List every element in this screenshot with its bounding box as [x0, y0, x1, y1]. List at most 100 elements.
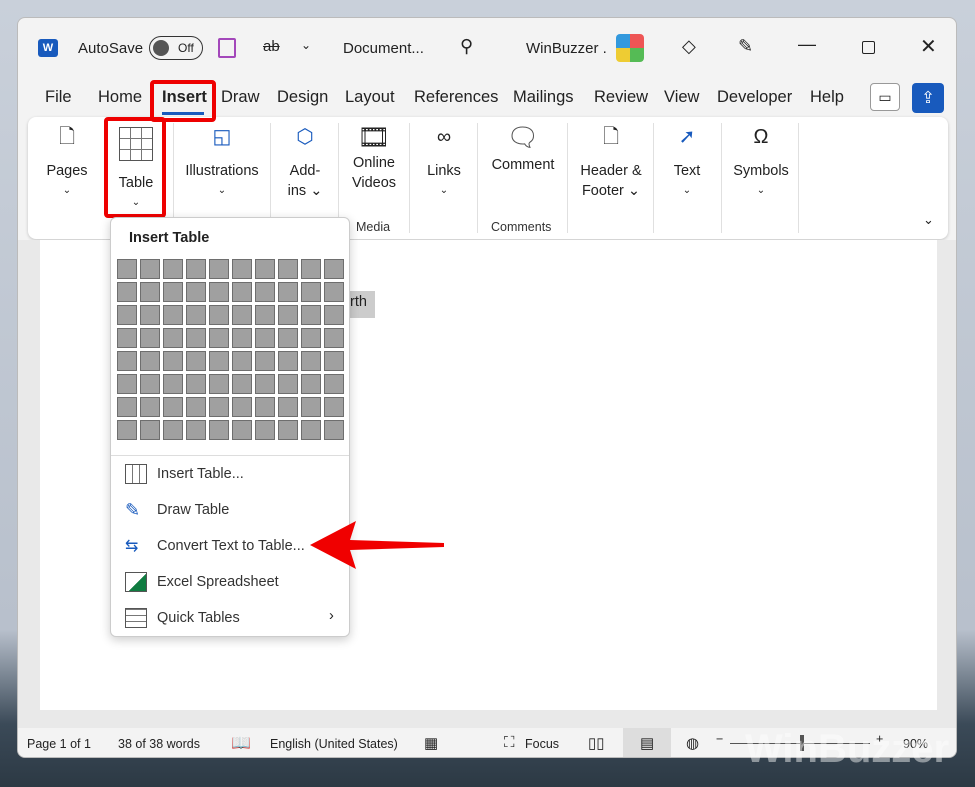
tab-draw[interactable]: Draw [221, 88, 260, 107]
grid-cell[interactable] [255, 374, 275, 394]
grid-cell[interactable] [117, 282, 137, 302]
grid-cell[interactable] [278, 282, 298, 302]
grid-cell[interactable] [301, 351, 321, 371]
grid-cell[interactable] [278, 397, 298, 417]
grid-cell[interactable] [278, 328, 298, 348]
grid-cell[interactable] [324, 259, 344, 279]
addins-button[interactable]: ⬡ Add-ins ⌄ [278, 127, 332, 201]
grid-cell[interactable] [255, 328, 275, 348]
grid-cell[interactable] [255, 397, 275, 417]
close-icon[interactable]: ✕ [920, 34, 937, 59]
grid-cell[interactable] [117, 351, 137, 371]
grid-cell[interactable] [186, 420, 206, 440]
grid-cell[interactable] [324, 305, 344, 325]
grid-cell[interactable] [186, 397, 206, 417]
selected-text[interactable]: rth [348, 291, 375, 318]
grid-cell[interactable] [301, 374, 321, 394]
grid-cell[interactable] [278, 305, 298, 325]
grid-cell[interactable] [209, 305, 229, 325]
grid-cell[interactable] [186, 351, 206, 371]
minimize-icon[interactable]: — [798, 34, 816, 55]
autosave-toggle[interactable]: Off [149, 36, 203, 60]
grid-cell[interactable] [209, 351, 229, 371]
tab-help[interactable]: Help [810, 88, 844, 107]
grid-cell[interactable] [186, 328, 206, 348]
comments-button[interactable]: ▭ [870, 83, 900, 111]
tab-review[interactable]: Review [594, 88, 648, 107]
page-count[interactable]: Page 1 of 1 [27, 737, 91, 751]
grid-cell[interactable] [209, 374, 229, 394]
grid-cell[interactable] [278, 420, 298, 440]
grid-cell[interactable] [140, 259, 160, 279]
grid-cell[interactable] [209, 259, 229, 279]
grid-cell[interactable] [209, 328, 229, 348]
grid-cell[interactable] [140, 282, 160, 302]
search-icon[interactable]: ⚲ [460, 36, 473, 57]
pages-button[interactable]: 🗋 Pages ⌄ [38, 127, 96, 201]
grid-cell[interactable] [232, 420, 252, 440]
grid-cell[interactable] [163, 305, 183, 325]
grid-cell[interactable] [324, 397, 344, 417]
online-videos-button[interactable]: 🎞 Online Videos [344, 124, 404, 193]
word-count[interactable]: 38 of 38 words [118, 737, 200, 751]
grid-cell[interactable] [278, 374, 298, 394]
share-button[interactable]: ⇪ [912, 83, 944, 113]
grid-cell[interactable] [117, 259, 137, 279]
grid-cell[interactable] [232, 282, 252, 302]
grid-cell[interactable] [232, 305, 252, 325]
grid-cell[interactable] [209, 420, 229, 440]
grid-cell[interactable] [140, 305, 160, 325]
save-icon[interactable] [218, 38, 236, 58]
grid-cell[interactable] [301, 420, 321, 440]
grid-cell[interactable] [232, 328, 252, 348]
tab-references[interactable]: References [414, 88, 498, 107]
focus-button[interactable]: Focus [525, 737, 559, 751]
avatar[interactable] [616, 34, 644, 62]
grid-cell[interactable] [186, 282, 206, 302]
tab-home[interactable]: Home [98, 88, 142, 107]
grid-cell[interactable] [255, 305, 275, 325]
expand-ribbon-icon[interactable]: ⌄ [923, 212, 934, 228]
grid-cell[interactable] [163, 397, 183, 417]
grid-cell[interactable] [140, 374, 160, 394]
grid-cell[interactable] [117, 328, 137, 348]
grid-cell[interactable] [324, 351, 344, 371]
zoom-out-button[interactable]: − [716, 732, 723, 746]
comment-button[interactable]: 🗨 Comment [483, 124, 563, 175]
grid-cell[interactable] [117, 420, 137, 440]
menu-quick-tables[interactable]: Quick Tables › [111, 601, 349, 635]
grid-cell[interactable] [301, 282, 321, 302]
grid-cell[interactable] [255, 282, 275, 302]
grid-cell[interactable] [301, 259, 321, 279]
grid-cell[interactable] [278, 351, 298, 371]
grid-cell[interactable] [163, 420, 183, 440]
tab-layout[interactable]: Layout [345, 88, 395, 107]
grid-cell[interactable] [163, 282, 183, 302]
grid-cell[interactable] [163, 351, 183, 371]
grid-cell[interactable] [209, 397, 229, 417]
grid-cell[interactable] [278, 259, 298, 279]
tab-design[interactable]: Design [277, 88, 328, 107]
grid-cell[interactable] [117, 374, 137, 394]
text-button[interactable]: ➚ Text ⌄ [660, 127, 714, 201]
grid-cell[interactable] [301, 305, 321, 325]
user-name[interactable]: WinBuzzer . [526, 40, 607, 57]
grid-cell[interactable] [232, 374, 252, 394]
grid-cell[interactable] [163, 374, 183, 394]
strikethrough-icon[interactable]: ab [263, 38, 280, 55]
grid-cell[interactable] [186, 374, 206, 394]
grid-cell[interactable] [163, 259, 183, 279]
illustrations-button[interactable]: ◱ Illustrations ⌄ [178, 127, 266, 201]
grid-cell[interactable] [232, 397, 252, 417]
grid-cell[interactable] [232, 259, 252, 279]
grid-cell[interactable] [117, 397, 137, 417]
grid-cell[interactable] [324, 282, 344, 302]
language[interactable]: English (United States) [270, 737, 398, 751]
accessibility-icon[interactable]: ▦ [424, 734, 438, 752]
grid-cell[interactable] [255, 420, 275, 440]
links-button[interactable]: ∞ Links ⌄ [418, 127, 470, 201]
print-layout-button[interactable]: ▤ [623, 728, 671, 757]
grid-cell[interactable] [186, 259, 206, 279]
grid-cell[interactable] [324, 374, 344, 394]
designer-icon[interactable]: ✎ [738, 36, 753, 57]
